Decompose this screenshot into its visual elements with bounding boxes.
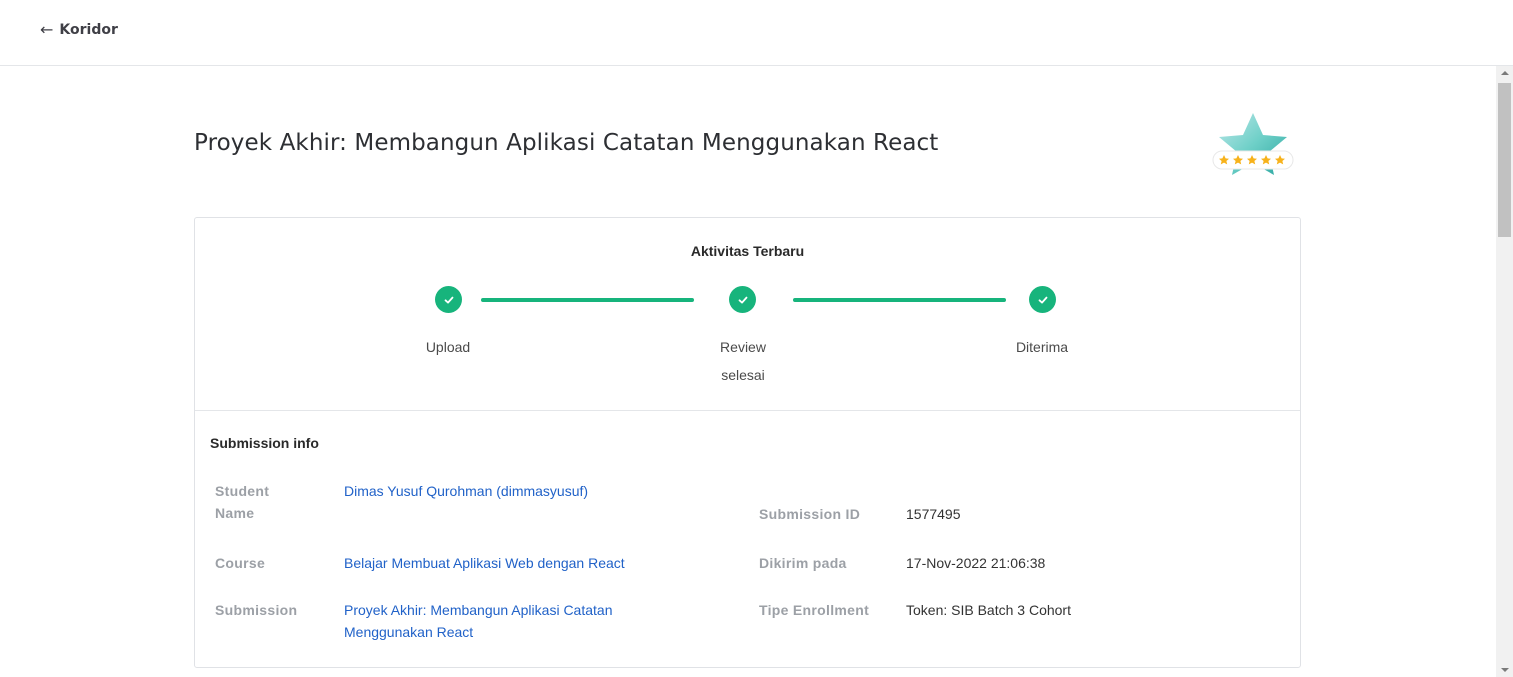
student-name-label-line1: Student (215, 483, 270, 499)
student-name-link[interactable]: Dimas Yusuf Qurohman (dimmasyusuf) (344, 480, 588, 502)
submission-link-line2: Menggunakan React (344, 624, 474, 640)
activity-title: Aktivitas Terbaru (690, 243, 805, 259)
submission-link[interactable]: Proyek Akhir: Membangun Aplikasi Catatan… (344, 599, 612, 643)
vertical-scrollbar[interactable] (1496, 66, 1513, 677)
page-title: Proyek Akhir: Membangun Aplikasi Catatan… (194, 130, 939, 156)
step-label-upload-text: Upload (425, 339, 471, 355)
step-accepted-check-icon (1029, 286, 1056, 313)
step-label-review-line1: Review (720, 339, 766, 355)
student-name-label: Student Name (215, 480, 269, 524)
course-label: Course (215, 555, 266, 571)
submission-label: Submission (215, 602, 298, 618)
step-label-upload: Upload (388, 333, 508, 361)
step-label-review-line2: selesai (721, 367, 765, 383)
scrollbar-thumb[interactable] (1498, 83, 1511, 237)
sent-at-label: Dikirim pada (759, 555, 847, 571)
enrollment-type-value: Token: SIB Batch 3 Cohort (906, 602, 1071, 618)
back-to-koridor-link[interactable]: ← Koridor (40, 20, 118, 40)
step-connector-2 (793, 298, 1006, 302)
arrow-left-icon: ← (40, 20, 54, 39)
step-connector-1 (481, 298, 694, 302)
enrollment-type-label: Tipe Enrollment (759, 602, 870, 618)
sent-at-value: 17-Nov-2022 21:06:38 (906, 555, 1046, 571)
submission-info-title: Submission info (210, 435, 319, 451)
step-label-accepted: Diterima (982, 333, 1102, 361)
back-link-label: Koridor (59, 22, 118, 38)
star-rating-badge-icon (1208, 108, 1298, 180)
submission-id-label: Submission ID (759, 506, 861, 522)
step-upload-check-icon (435, 286, 462, 313)
submission-card: Aktivitas Terbaru Upload Review selesai … (194, 217, 1301, 668)
card-divider (195, 410, 1300, 411)
course-link[interactable]: Belajar Membuat Aplikasi Web dengan Reac… (344, 552, 625, 574)
submission-id-value: 1577495 (906, 506, 961, 522)
step-label-accepted-text: Diterima (1015, 339, 1069, 355)
step-review-check-icon (729, 286, 756, 313)
step-label-review: Review selesai (683, 333, 803, 389)
student-name-label-line2: Name (215, 505, 255, 521)
submission-link-line1: Proyek Akhir: Membangun Aplikasi Catatan (344, 602, 613, 618)
top-bar: ← Koridor (0, 0, 1513, 66)
scroll-up-arrow-icon[interactable] (1496, 66, 1513, 80)
scroll-down-arrow-icon[interactable] (1496, 663, 1513, 677)
